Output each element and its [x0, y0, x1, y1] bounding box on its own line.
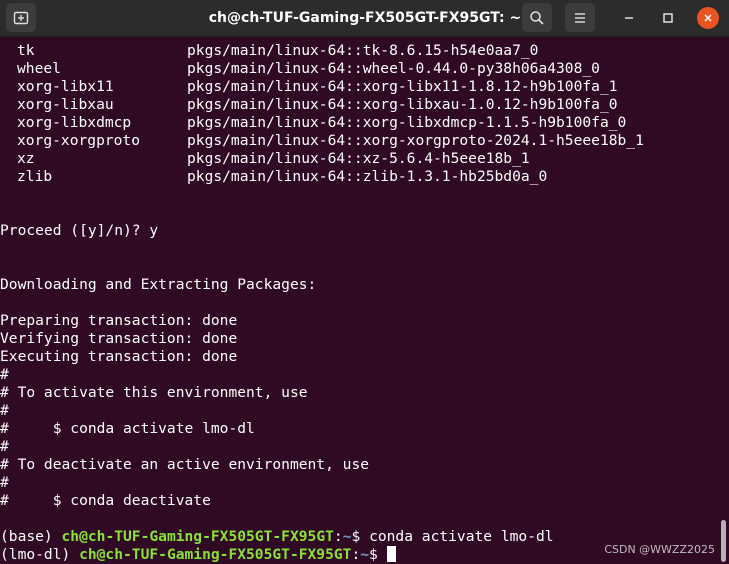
- package-name: xorg-libx11: [17, 78, 114, 95]
- package-row: xorg-xorgproto pkgs/main/linux-64::xorg-x…: [0, 132, 720, 150]
- package-name: zlib: [17, 168, 53, 185]
- close-button[interactable]: [697, 7, 719, 29]
- package-name: tk: [17, 42, 35, 59]
- package-source: pkgs/main/linux-64::xorg-libxdmcp-1.1.5-…: [187, 114, 627, 131]
- comment-line: # $ conda deactivate: [0, 492, 211, 509]
- terminal-output[interactable]: tk pkgs/main/linux-64::tk-8.6.15-h54e0aa7…: [0, 42, 720, 563]
- maximize-icon: [663, 13, 673, 23]
- search-button[interactable]: [522, 3, 552, 32]
- package-row: wheel pkgs/main/linux-64::wheel-0.44.0-py…: [0, 60, 720, 78]
- prompt-userhost: ch@ch-TUF-Gaming-FX505GT-FX95GT: [61, 528, 334, 545]
- prompt-symbol: $: [369, 546, 387, 563]
- comment-line: # To activate this environment, use: [0, 384, 308, 401]
- prompt-colon: :: [351, 546, 361, 563]
- minimize-icon: [625, 17, 633, 19]
- comment-line: #: [0, 366, 9, 383]
- package-name: xorg-libxdmcp: [17, 114, 132, 131]
- package-row: xorg-libxdmcp pkgs/main/linux-64::xorg-li…: [0, 114, 720, 132]
- executing-line: Executing transaction: done: [0, 348, 238, 365]
- watermark: CSDN @WWZZ2025: [604, 543, 715, 556]
- comment-line: # To deactivate an active environment, u…: [0, 456, 370, 473]
- package-name: wheel: [17, 60, 61, 77]
- menu-icon: [575, 12, 585, 23]
- prompt-symbol: $: [351, 528, 370, 545]
- maximize-button[interactable]: [657, 7, 679, 29]
- verifying-line: Verifying transaction: done: [0, 330, 238, 347]
- package-row: xz pkgs/main/linux-64::xz-5.6.4-h5eee18b_…: [0, 150, 720, 168]
- comment-line: #: [0, 474, 9, 491]
- package-row: zlib pkgs/main/linux-64::zlib-1.3.1-hb25b…: [0, 168, 720, 186]
- text-cursor: [386, 546, 396, 562]
- command-text: conda activate lmo-dl: [369, 528, 554, 545]
- package-source: pkgs/main/linux-64::xorg-libxau-1.0.12-h…: [187, 96, 618, 113]
- prompt-userhost: ch@ch-TUF-Gaming-FX505GT-FX95GT: [79, 546, 352, 563]
- new-tab-button[interactable]: [6, 3, 36, 32]
- prompt-colon: :: [333, 528, 343, 545]
- close-icon: [704, 14, 712, 22]
- package-source: pkgs/main/linux-64::xorg-xorgproto-2024.…: [187, 132, 644, 149]
- package-source: pkgs/main/linux-64::wheel-0.44.0-py38h06…: [187, 60, 600, 77]
- downloading-line: Downloading and Extracting Packages:: [0, 276, 317, 293]
- package-row: xorg-libxau pkgs/main/linux-64::xorg-libx…: [0, 96, 720, 114]
- prompt-env: (lmo-dl): [0, 546, 80, 563]
- package-source: pkgs/main/linux-64::zlib-1.3.1-hb25bd0a_…: [187, 168, 548, 185]
- prompt-env: (base): [0, 528, 62, 545]
- package-name: xz: [17, 150, 35, 167]
- preparing-line: Preparing transaction: done: [0, 312, 238, 329]
- title-bar: ch@ch-TUF-Gaming-FX505GT-FX95GT: ~: [0, 0, 729, 37]
- package-name: xorg-xorgproto: [17, 132, 141, 149]
- menu-button[interactable]: [565, 3, 595, 32]
- package-source: pkgs/main/linux-64::xz-5.6.4-h5eee18b_1: [187, 150, 530, 167]
- package-source: pkgs/main/linux-64::xorg-libx11-1.8.12-h…: [187, 78, 618, 95]
- package-source: pkgs/main/linux-64::tk-8.6.15-h54e0aa7_0: [187, 42, 539, 59]
- package-row: tk pkgs/main/linux-64::tk-8.6.15-h54e0aa7…: [0, 42, 720, 60]
- comment-line: #: [0, 438, 9, 455]
- comment-line: # $ conda activate lmo-dl: [0, 420, 255, 437]
- scrollbar-thumb[interactable]: [721, 520, 726, 562]
- package-row: xorg-libx11 pkgs/main/linux-64::xorg-libx…: [0, 78, 720, 96]
- proceed-prompt: Proceed ([y]/n)? y: [0, 222, 159, 239]
- prompt-path: ~: [360, 546, 370, 563]
- minimize-button[interactable]: [618, 7, 640, 29]
- comment-line: #: [0, 402, 9, 419]
- package-list: tk pkgs/main/linux-64::tk-8.6.15-h54e0aa7…: [0, 42, 720, 186]
- package-name: xorg-libxau: [17, 96, 114, 113]
- window-title: ch@ch-TUF-Gaming-FX505GT-FX95GT: ~: [208, 10, 522, 26]
- new-tab-icon: [13, 11, 29, 24]
- search-icon: [530, 10, 544, 25]
